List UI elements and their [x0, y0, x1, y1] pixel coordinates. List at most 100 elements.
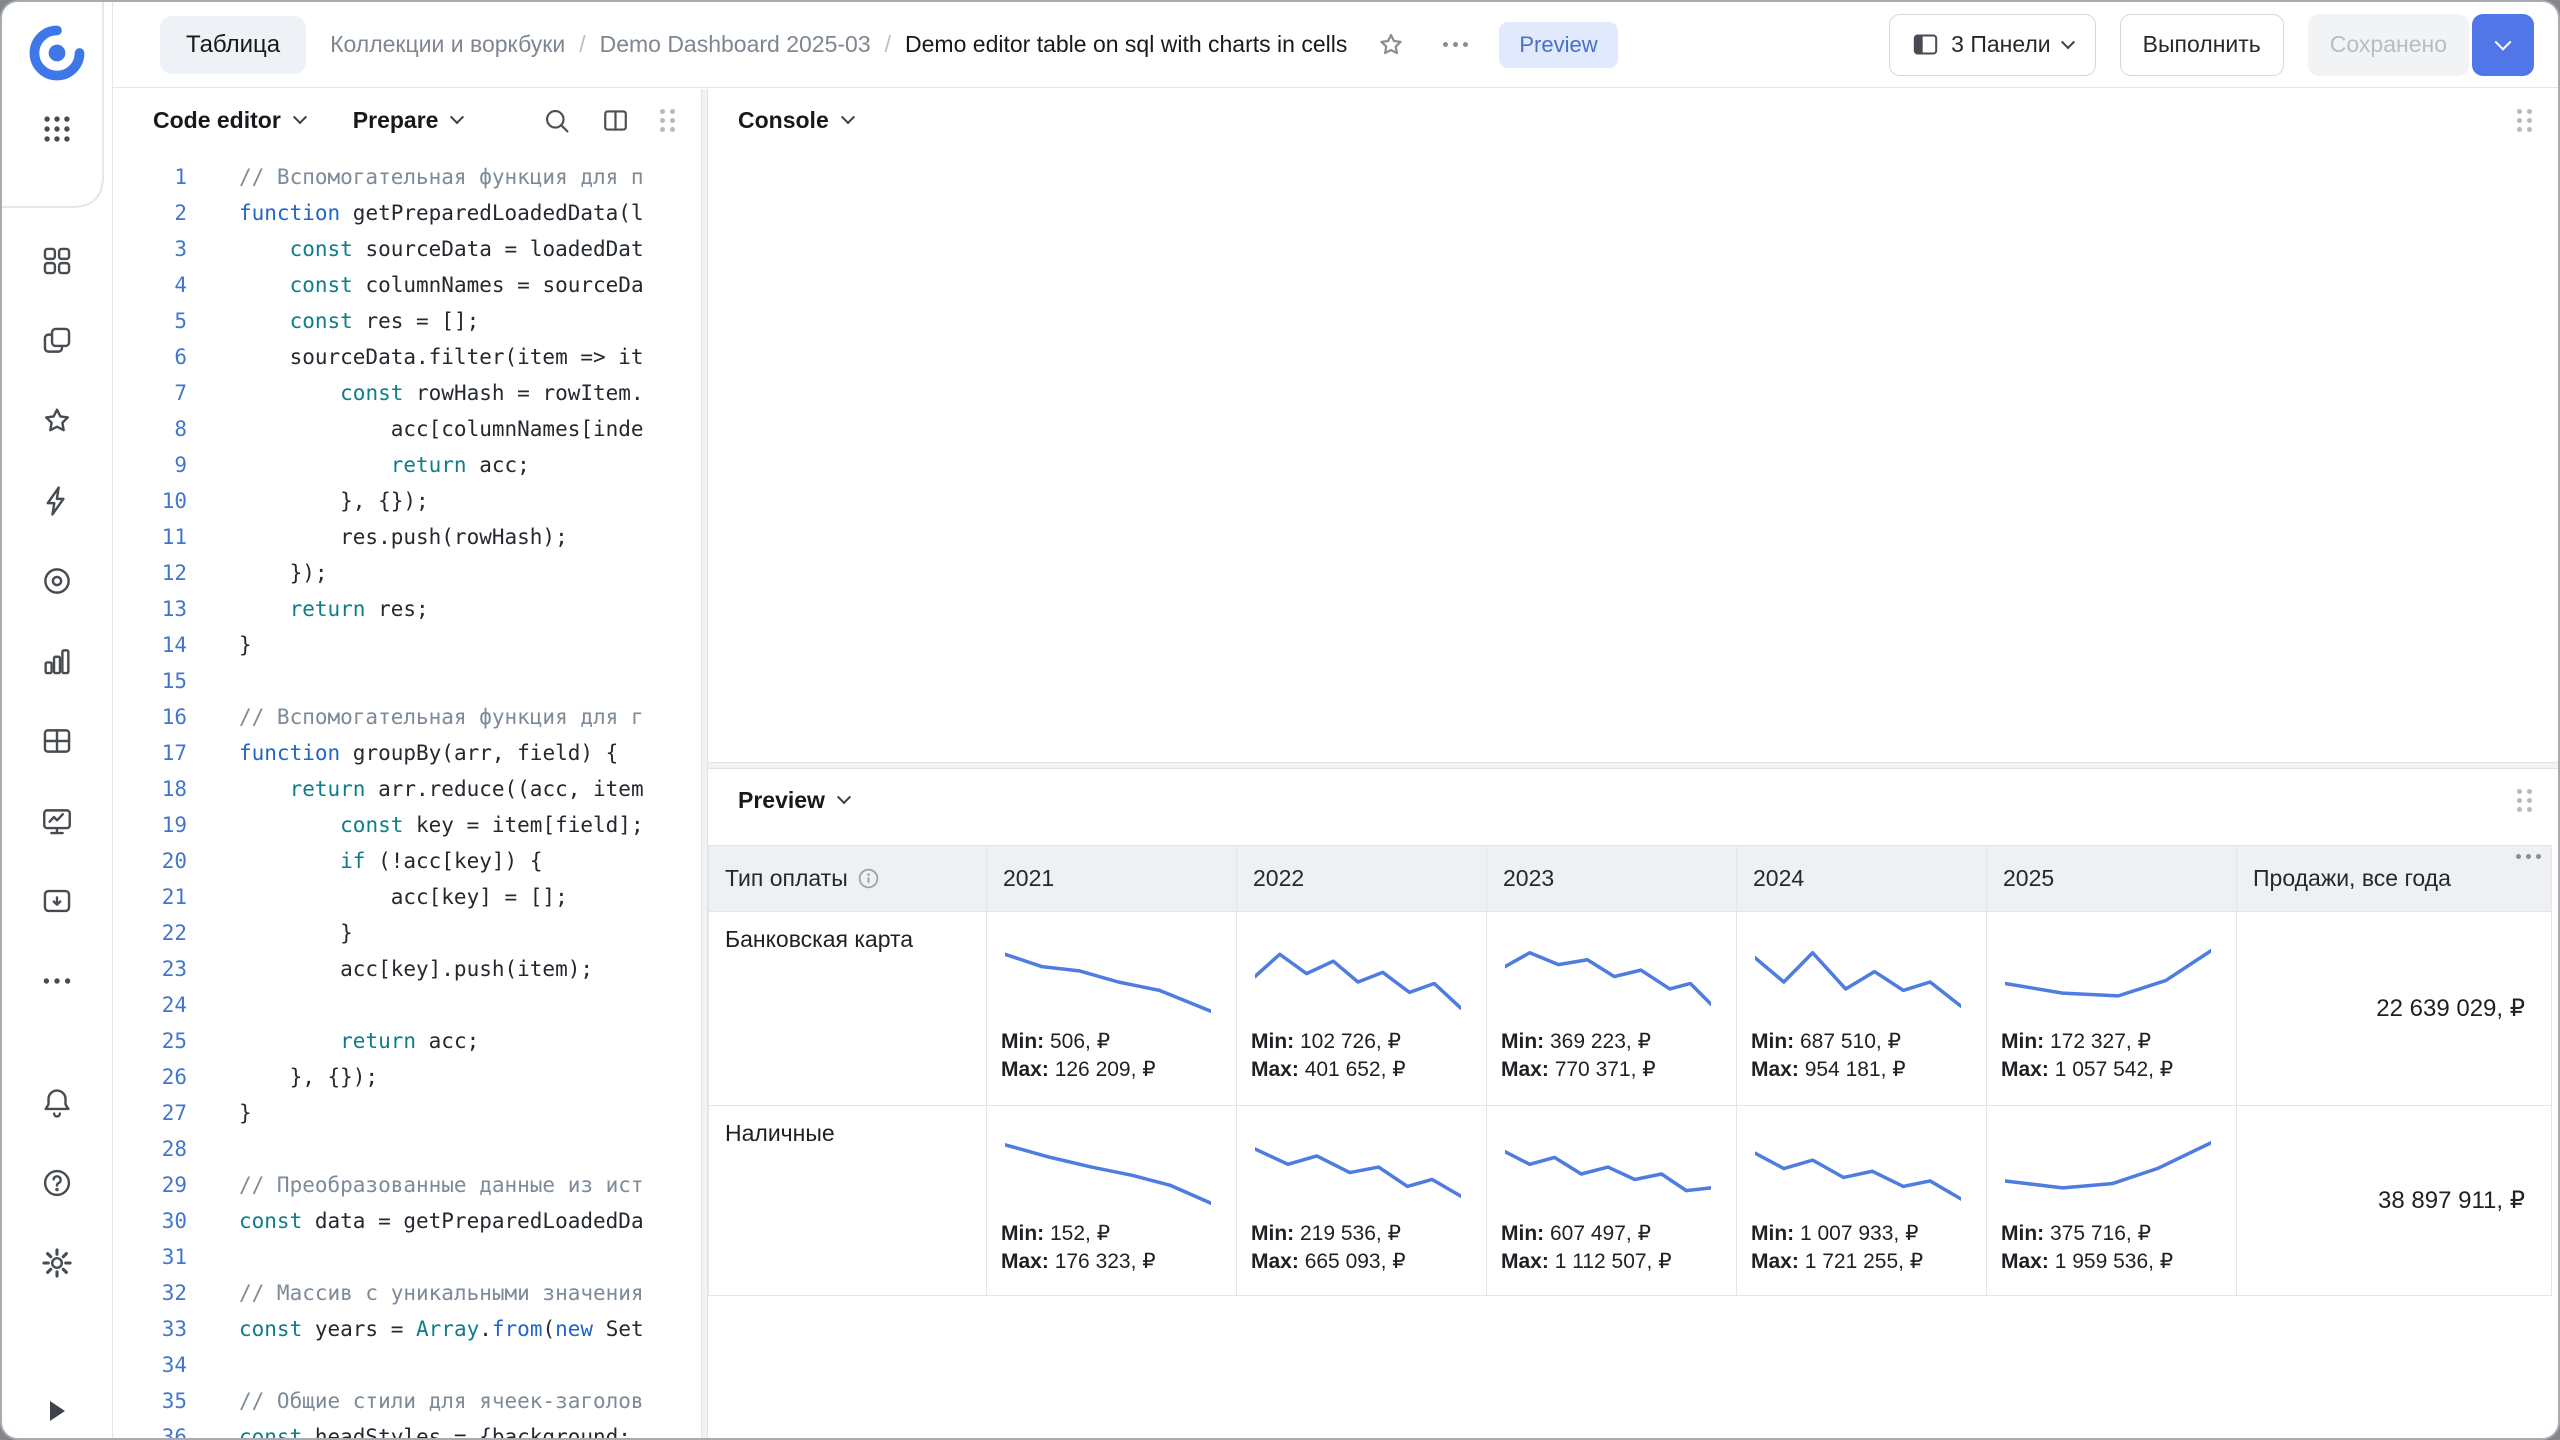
code-text: // Вспомогательная функция для г	[239, 699, 644, 735]
code-line[interactable]: 24	[113, 987, 701, 1023]
code-line[interactable]: 21 acc[key] = [];	[113, 879, 701, 915]
preview-badge[interactable]: Preview	[1499, 22, 1617, 68]
sparkline-chart	[2005, 1132, 2211, 1216]
run-button[interactable]: Выполнить	[2120, 14, 2284, 76]
console-title-dropdown[interactable]: Console	[738, 107, 853, 134]
drag-handle-icon[interactable]	[660, 109, 675, 132]
preview-title-dropdown[interactable]: Preview	[738, 787, 849, 814]
datalens-logo[interactable]	[28, 24, 86, 82]
code-line[interactable]: 36const headStyles = {background:	[113, 1419, 701, 1438]
code-line[interactable]: 5 const res = [];	[113, 303, 701, 339]
bar-chart-icon[interactable]	[40, 644, 74, 678]
favorites-star-icon[interactable]	[40, 404, 74, 438]
editor-mode-dropdown[interactable]: Prepare	[353, 107, 463, 134]
code-line[interactable]: 30const data = getPreparedLoadedDa	[113, 1203, 701, 1239]
line-number: 22	[113, 915, 187, 951]
table-header-row: Тип оплаты20212022202320242025Продажи, в…	[709, 846, 2552, 912]
code-line[interactable]: 4 const columnNames = sourceDa	[113, 267, 701, 303]
code-line[interactable]: 9 return acc;	[113, 447, 701, 483]
code-line[interactable]: 27}	[113, 1095, 701, 1131]
save-menu-button[interactable]	[2472, 14, 2534, 76]
code-line[interactable]: 20 if (!acc[key]) {	[113, 843, 701, 879]
code-line[interactable]: 32// Массив с уникальными значения	[113, 1275, 701, 1311]
table-row: Банковская картаMin: 506, ₽Max: 126 209,…	[709, 912, 2552, 1106]
code-line[interactable]: 29 // Преобразованные данные из ист	[113, 1167, 701, 1203]
code-text: // Преобразованные данные из ист	[239, 1167, 644, 1203]
code-line[interactable]: 18 return arr.reduce((acc, item	[113, 771, 701, 807]
help-icon[interactable]	[40, 1166, 74, 1200]
table-grid-icon[interactable]	[40, 724, 74, 758]
tab-table[interactable]: Таблица	[160, 16, 306, 74]
line-number: 6	[113, 339, 187, 375]
sparkline-chart	[2005, 940, 2211, 1024]
quick-actions-icon[interactable]	[40, 484, 74, 518]
code-line[interactable]: 2function getPreparedLoadedData(l	[113, 195, 701, 231]
line-number: 35	[113, 1383, 187, 1419]
editor-title-dropdown[interactable]: Code editor	[153, 107, 305, 134]
favorite-star-icon[interactable]	[1371, 25, 1411, 65]
code-line[interactable]: 31	[113, 1239, 701, 1275]
widgets-icon[interactable]	[40, 244, 74, 278]
column-menu-icon[interactable]	[2516, 854, 2541, 859]
more-icon[interactable]	[40, 964, 74, 998]
code-text: const key = item[field];	[239, 807, 644, 843]
code-line[interactable]: 23 acc[key].push(item);	[113, 951, 701, 987]
code-line[interactable]: 14}	[113, 627, 701, 663]
drag-handle-icon[interactable]	[2517, 109, 2532, 132]
horizontal-splitter[interactable]	[708, 762, 2558, 769]
settings-gear-icon[interactable]	[40, 1246, 74, 1280]
target-icon[interactable]	[40, 564, 74, 598]
notifications-bell-icon[interactable]	[40, 1086, 74, 1120]
expand-arrow-icon[interactable]	[40, 1396, 74, 1426]
code-line[interactable]: 16 // Вспомогательная функция для г	[113, 699, 701, 735]
code-line[interactable]: 12 });	[113, 555, 701, 591]
code-text: function groupBy(arr, field) {	[239, 735, 618, 771]
breadcrumb-separator: /	[885, 31, 891, 58]
more-menu-icon[interactable]	[1435, 25, 1475, 65]
breadcrumb-item[interactable]: Demo editor table on sql with charts in …	[905, 31, 1347, 58]
breadcrumb-item[interactable]: Demo Dashboard 2025-03	[600, 31, 871, 58]
vertical-splitter[interactable]	[701, 89, 708, 1438]
code-line[interactable]: 35// Общие стили для ячеек-заголов	[113, 1383, 701, 1419]
code-line[interactable]: 1// Вспомогательная функция для п	[113, 159, 701, 195]
split-view-icon[interactable]	[601, 106, 630, 135]
code-line[interactable]: 22 }	[113, 915, 701, 951]
year-cell: Min: 506, ₽Max: 126 209, ₽	[987, 912, 1237, 1106]
code-line[interactable]: 7 const rowHash = rowItem.	[113, 375, 701, 411]
preview-title: Preview	[738, 787, 825, 814]
code-text: const sourceData = loadedDat	[239, 231, 644, 267]
info-icon[interactable]	[858, 868, 879, 889]
breadcrumb-item[interactable]: Коллекции и воркбуки	[330, 31, 565, 58]
code-line[interactable]: 6 sourceData.filter(item => it	[113, 339, 701, 375]
code-text: const res = [];	[239, 303, 479, 339]
panels-button[interactable]: 3 Панели	[1889, 14, 2096, 76]
code-line[interactable]: 33const years = Array.from(new Set	[113, 1311, 701, 1347]
code-line[interactable]: 19 const key = item[field];	[113, 807, 701, 843]
code-line[interactable]: 10 }, {});	[113, 483, 701, 519]
console-title: Console	[738, 107, 829, 134]
storage-box-icon[interactable]	[40, 884, 74, 918]
collections-icon[interactable]	[40, 324, 74, 358]
code-line[interactable]: 28	[113, 1131, 701, 1167]
drag-handle-icon[interactable]	[2517, 789, 2532, 812]
chevron-down-icon	[837, 790, 851, 804]
code-line[interactable]: 17function groupBy(arr, field) {	[113, 735, 701, 771]
code-line[interactable]: 25 return acc;	[113, 1023, 701, 1059]
code-line[interactable]: 34	[113, 1347, 701, 1383]
apps-grid-icon[interactable]	[40, 112, 74, 146]
line-number: 14	[113, 627, 187, 663]
code-line[interactable]: 15	[113, 663, 701, 699]
code-line[interactable]: 26 }, {});	[113, 1059, 701, 1095]
line-number: 23	[113, 951, 187, 987]
code-line[interactable]: 11 res.push(rowHash);	[113, 519, 701, 555]
code-line[interactable]: 13 return res;	[113, 591, 701, 627]
line-number: 16	[113, 699, 187, 735]
line-number: 29	[113, 1167, 187, 1203]
monitor-icon[interactable]	[40, 804, 74, 838]
top-bar: Таблица Коллекции и воркбуки / Demo Dashbo…	[113, 2, 2558, 88]
sidebar-nav	[40, 244, 74, 998]
code-line[interactable]: 3 const sourceData = loadedDat	[113, 231, 701, 267]
search-icon[interactable]	[542, 106, 571, 135]
code-area[interactable]: 1// Вспомогательная функция для п2functi…	[113, 151, 701, 1438]
code-line[interactable]: 8 acc[columnNames[inde	[113, 411, 701, 447]
